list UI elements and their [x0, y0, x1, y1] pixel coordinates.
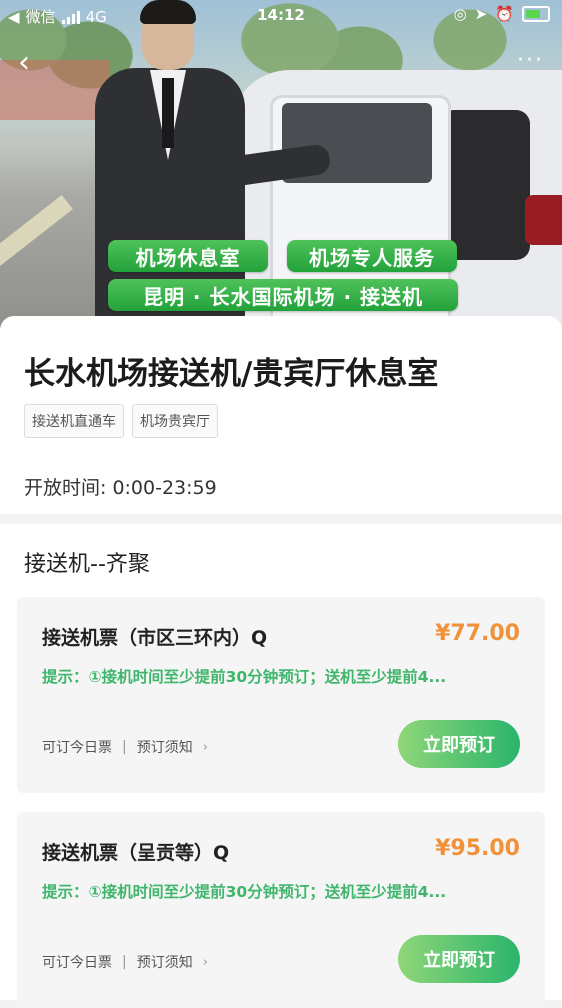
meta-divider: | [122, 954, 127, 970]
status-bar: ◀ 微信 4G 14:12 ◎ ➤ ⏰ [0, 0, 562, 30]
product-card: 接送机票（呈贡等）Q ¥95.00 提示：①接机时间至少提前30分钟预订；送机至… [17, 812, 545, 1008]
hero-image: 机场休息室 机场专人服务 昆明 · 长水国际机场 · 接送机 ◀ 微信 4G 1… [0, 0, 562, 330]
booking-notice-link[interactable]: 预订须知 [137, 737, 193, 757]
product-name: 接送机票（呈贡等）Q [42, 842, 230, 864]
product-meta: 可订今日票 | 预订须知 › [42, 952, 208, 972]
road-marking [0, 194, 73, 284]
book-now-button[interactable]: 立即预订 [398, 720, 520, 768]
product-price: ¥77.00 [435, 621, 520, 646]
page-title: 长水机场接送机/贵宾厅休息室 [24, 356, 439, 392]
back-arrow-icon[interactable]: ‹ [18, 48, 48, 78]
building-background [0, 60, 110, 120]
today-ticket-label: 可订今日票 [42, 955, 112, 971]
more-options-icon[interactable]: ··· [517, 48, 544, 73]
service-info-card: 长水机场接送机/贵宾厅休息室 接送机直通车 机场贵宾厅 开放时间: 0:00-2… [0, 316, 562, 514]
product-tip: 提示：①接机时间至少提前30分钟预订；送机至少提前4... [42, 668, 447, 686]
alarm-icon: ⏰ [495, 5, 514, 23]
product-name: 接送机票（市区三环内）Q [42, 627, 268, 649]
banner-service: 机场专人服务 [287, 240, 457, 272]
tag-list: 接送机直通车 机场贵宾厅 [24, 404, 218, 438]
product-card: 接送机票（市区三环内）Q ¥77.00 提示：①接机时间至少提前30分钟预订；送… [17, 597, 545, 793]
tag-shuttle: 接送机直通车 [24, 404, 124, 438]
location-icon: ➤ [474, 5, 488, 23]
battery-icon [522, 6, 550, 22]
chauffeur-tie [162, 78, 174, 148]
banner-lounge: 机场休息室 [108, 240, 268, 272]
chevron-right-icon[interactable]: › [203, 740, 208, 755]
opening-hours: 开放时间: 0:00-23:59 [24, 477, 217, 499]
lock-rotation-icon: ◎ [453, 5, 467, 23]
chevron-right-icon[interactable]: › [203, 955, 208, 970]
meta-divider: | [122, 739, 127, 755]
banner-airport: 昆明 · 长水国际机场 · 接送机 [108, 279, 458, 311]
tag-vip-lounge: 机场贵宾厅 [132, 404, 218, 438]
product-price: ¥95.00 [435, 836, 520, 861]
book-now-button[interactable]: 立即预订 [398, 935, 520, 983]
today-ticket-label: 可订今日票 [42, 740, 112, 756]
car-seat [440, 110, 530, 260]
product-meta: 可订今日票 | 预订须知 › [42, 737, 208, 757]
product-tip: 提示：①接机时间至少提前30分钟预订；送机至少提前4... [42, 883, 447, 901]
product-section: 接送机--齐聚 接送机票（市区三环内）Q ¥77.00 提示：①接机时间至少提前… [0, 524, 562, 1008]
car-taillight [525, 195, 562, 245]
booking-notice-link[interactable]: 预订须知 [137, 952, 193, 972]
section-title: 接送机--齐聚 [24, 552, 150, 577]
